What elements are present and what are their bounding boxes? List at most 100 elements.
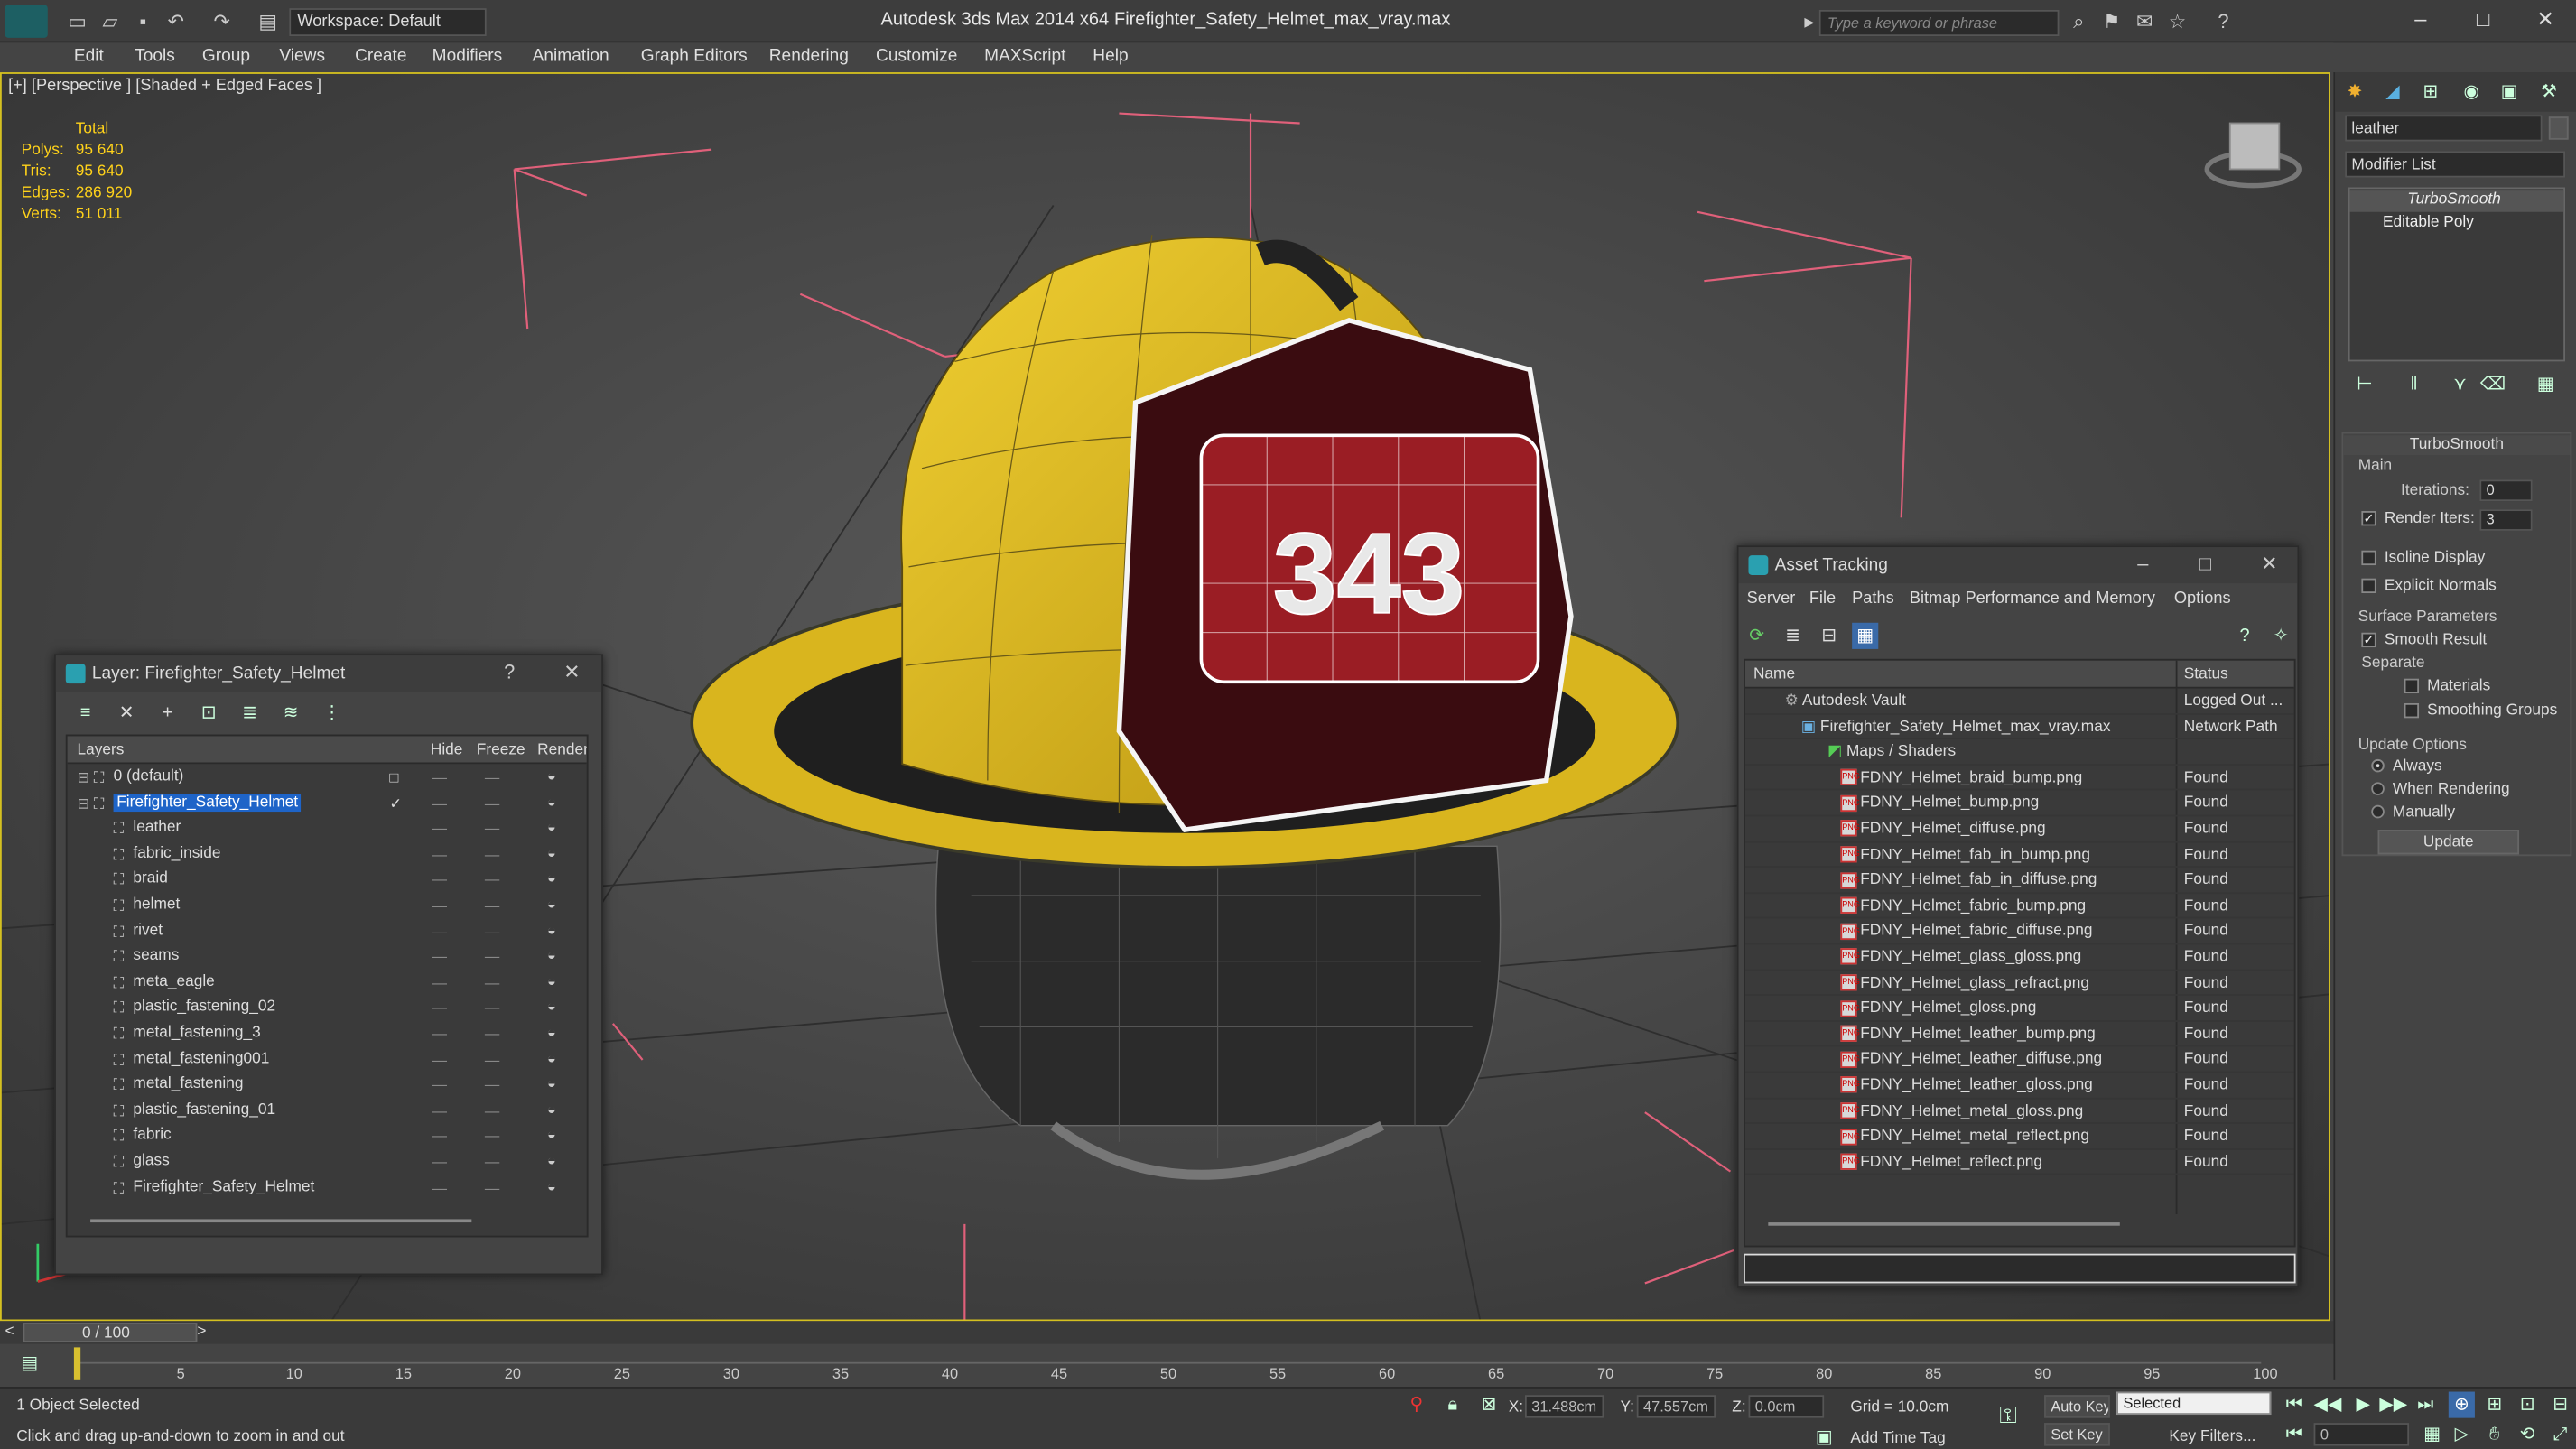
asset-row[interactable]: PNGFDNY_Helmet_metal_reflect.png Found bbox=[1744, 1124, 2294, 1150]
layer-close-icon[interactable]: ✕ bbox=[559, 661, 585, 683]
render-teapot-icon[interactable]: ◒ bbox=[547, 1177, 556, 1194]
layer-row[interactable]: ⛶ rivet — — ◒ bbox=[68, 918, 587, 943]
z-coordinate-field[interactable]: 0.0cm bbox=[1748, 1395, 1825, 1418]
freeze-toggle[interactable]: — bbox=[485, 948, 499, 964]
project-folder-icon[interactable]: ▤ bbox=[256, 10, 279, 33]
layer-row[interactable]: ⛶ Firefighter_Safety_Helmet — — ◒ bbox=[68, 1175, 587, 1200]
layer-row[interactable]: ⊟ ⛶ Firefighter_Safety_Helmet ✓ — — ◒ bbox=[68, 790, 587, 815]
asset-row[interactable]: PNGFDNY_Helmet_glass_refract.png Found bbox=[1744, 971, 2294, 997]
iterations-spinner[interactable]: 0 bbox=[2479, 479, 2533, 502]
table-view-icon[interactable]: ▦ bbox=[1852, 622, 1879, 649]
help-icon[interactable]: ? bbox=[2212, 10, 2235, 33]
open-file-icon[interactable]: ▱ bbox=[98, 10, 121, 33]
asset-menu-paths[interactable]: Paths bbox=[1852, 590, 1894, 608]
auto-key-button[interactable]: Auto Key bbox=[2044, 1395, 2110, 1418]
layer-row[interactable]: ⛶ meta_eagle — — ◒ bbox=[68, 969, 587, 994]
asset-row[interactable]: PNGFDNY_Helmet_glass_gloss.png Found bbox=[1744, 945, 2294, 971]
layer-row[interactable]: ⛶ braid — — ◒ bbox=[68, 867, 587, 892]
asset-menu-server[interactable]: Server bbox=[1747, 590, 1796, 608]
render-teapot-icon[interactable]: ◒ bbox=[547, 896, 556, 912]
key-mode-dropdown[interactable]: Selected bbox=[2116, 1391, 2272, 1416]
freeze-toggle[interactable]: — bbox=[485, 821, 499, 837]
remove-modifier-icon[interactable]: ⌫ bbox=[2479, 371, 2506, 397]
asset-menu-file[interactable]: File bbox=[1809, 590, 1836, 608]
layer-row[interactable]: ⛶ helmet — — ◒ bbox=[68, 892, 587, 917]
list-view-icon[interactable]: ≣ bbox=[1780, 623, 1806, 649]
freeze-all-icon[interactable]: ⋮ bbox=[319, 700, 345, 726]
viewport-label[interactable]: [+] [Perspective ] [Shaded + Edged Faces… bbox=[8, 78, 321, 96]
hide-toggle[interactable]: — bbox=[432, 821, 447, 837]
add-to-layer-icon[interactable]: + bbox=[154, 700, 181, 726]
hide-toggle[interactable]: — bbox=[432, 1051, 447, 1067]
save-file-icon[interactable]: ▪ bbox=[132, 10, 154, 33]
col-render[interactable]: Render bbox=[537, 741, 587, 759]
menu-views[interactable]: Views bbox=[279, 46, 325, 66]
explicit-normals-checkbox[interactable]: Explicit Normals bbox=[2361, 577, 2497, 595]
key-filters-button[interactable]: Key Filters... bbox=[2169, 1428, 2255, 1446]
lock-icon[interactable]: 🔒︎ bbox=[1439, 1392, 1465, 1418]
modifier-list-dropdown[interactable]: Modifier List bbox=[2345, 151, 2566, 178]
refresh-icon[interactable]: ⟳ bbox=[1744, 623, 1770, 649]
render-teapot-icon[interactable]: ◒ bbox=[547, 844, 556, 860]
layer-row[interactable]: ⛶ plastic_fastening_01 — — ◒ bbox=[68, 1097, 587, 1122]
asset-scrollbar[interactable] bbox=[1768, 1222, 2120, 1226]
layer-help-icon[interactable]: ? bbox=[497, 661, 523, 683]
binoculars-icon[interactable]: ⌕ bbox=[2068, 10, 2090, 33]
set-key-button[interactable]: Set Key bbox=[2044, 1423, 2110, 1446]
fov-icon[interactable]: ▷ bbox=[2449, 1421, 2475, 1447]
menu-modifiers[interactable]: Modifiers bbox=[432, 46, 503, 66]
prev-frame-icon[interactable]: ◀◀ bbox=[2314, 1392, 2342, 1418]
layer-row[interactable]: ⛶ plastic_fastening_02 — — ◒ bbox=[68, 995, 587, 1020]
workspace-dropdown[interactable]: Workspace: Default bbox=[289, 8, 487, 37]
time-prev-icon[interactable]: < bbox=[5, 1323, 14, 1341]
tree-view-icon[interactable]: ⊟ bbox=[1816, 623, 1842, 649]
menu-group[interactable]: Group bbox=[202, 46, 250, 66]
selection-lock-icon[interactable]: ⚲ bbox=[1403, 1392, 1429, 1418]
select-objects-icon[interactable]: ⊡ bbox=[196, 700, 222, 726]
hide-toggle[interactable]: — bbox=[432, 999, 447, 1016]
search-input[interactable]: Type a keyword or phrase bbox=[1818, 9, 2060, 37]
layer-row[interactable]: ⛶ metal_fastening001 — — ◒ bbox=[68, 1046, 587, 1072]
track-bar[interactable]: ▤ 5 10 15 20 25 30 35 40 45 50 55 60 65 70 75 80 85 90 95 1… bbox=[0, 1343, 2334, 1388]
create-tab-icon[interactable]: ✸ bbox=[2342, 79, 2368, 105]
col-status[interactable]: Status bbox=[2184, 665, 2228, 683]
hide-toggle[interactable]: — bbox=[432, 897, 447, 914]
freeze-toggle[interactable]: — bbox=[485, 923, 499, 939]
asset-help-icon[interactable]: ? bbox=[2232, 623, 2258, 649]
asset-info-icon[interactable]: ✧ bbox=[2268, 623, 2294, 649]
motion-tab-icon[interactable]: ◉ bbox=[2459, 79, 2485, 105]
y-coordinate-field[interactable]: 47.557cm bbox=[1636, 1395, 1716, 1418]
freeze-toggle[interactable]: — bbox=[485, 1051, 499, 1067]
layer-row[interactable]: ⛶ seams — — ◒ bbox=[68, 943, 587, 969]
asset-menu-options[interactable]: Options bbox=[2174, 590, 2231, 608]
asset-row[interactable]: PNGFDNY_Helmet_fab_in_bump.png Found bbox=[1744, 842, 2294, 868]
hide-toggle[interactable]: — bbox=[432, 1154, 447, 1170]
hierarchy-tab-icon[interactable]: ⊞ bbox=[2417, 79, 2443, 105]
asset-row[interactable]: PNGFDNY_Helmet_leather_bump.png Found bbox=[1744, 1022, 2294, 1048]
freeze-toggle[interactable]: — bbox=[485, 1128, 499, 1144]
asset-row[interactable]: PNGFDNY_Helmet_leather_diffuse.png Found bbox=[1744, 1047, 2294, 1073]
menu-rendering[interactable]: Rendering bbox=[769, 46, 849, 66]
layer-window-header[interactable]: Layer: Firefighter_Safety_Helmet ? ✕ bbox=[55, 655, 602, 692]
hide-toggle[interactable]: — bbox=[432, 794, 447, 811]
hide-toggle[interactable]: — bbox=[432, 974, 447, 990]
display-tab-icon[interactable]: ▣ bbox=[2497, 79, 2523, 105]
next-frame-icon[interactable]: ▶▶ bbox=[2379, 1392, 2407, 1418]
render-teapot-icon[interactable]: ◒ bbox=[547, 998, 556, 1014]
pan-icon[interactable]: ✋︎ bbox=[2481, 1421, 2507, 1447]
modify-tab-icon[interactable]: ◢ bbox=[2379, 79, 2405, 105]
zoom-extents-icon[interactable]: ⊡ bbox=[2515, 1392, 2541, 1418]
render-teapot-icon[interactable]: ◒ bbox=[547, 819, 556, 835]
render-teapot-icon[interactable]: ◒ bbox=[547, 947, 556, 963]
stack-item-editable-poly[interactable]: Editable Poly bbox=[2350, 214, 2564, 236]
layer-row[interactable]: ⛶ fabric — — ◒ bbox=[68, 1123, 587, 1148]
layer-row[interactable]: ⛶ leather — — ◒ bbox=[68, 815, 587, 841]
expand-icon[interactable]: ⊟ bbox=[78, 794, 90, 813]
object-name-input[interactable]: leather bbox=[2345, 115, 2543, 142]
asset-maximize-icon[interactable]: □ bbox=[2192, 553, 2218, 575]
add-time-tag[interactable]: Add Time Tag bbox=[1850, 1429, 1945, 1447]
freeze-toggle[interactable]: — bbox=[485, 1154, 499, 1170]
rollout-title[interactable]: TurboSmooth bbox=[2343, 435, 2571, 456]
freeze-toggle[interactable]: — bbox=[485, 974, 499, 990]
layer-row[interactable]: ⛶ glass — — ◒ bbox=[68, 1148, 587, 1174]
